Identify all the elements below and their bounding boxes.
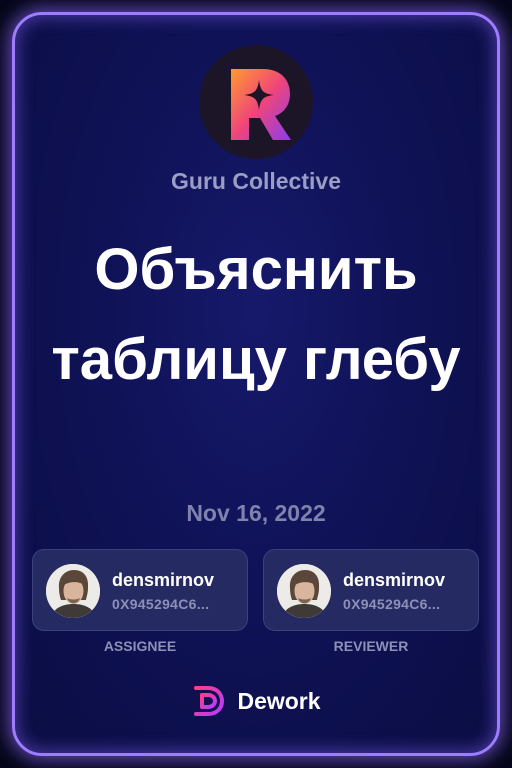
assignee-role-label: ASSIGNEE xyxy=(103,638,177,654)
reviewer-avatar xyxy=(277,564,331,618)
dework-brand[interactable]: Dework xyxy=(0,684,512,718)
task-date: Nov 16, 2022 xyxy=(186,500,326,526)
dework-d-logo-icon xyxy=(194,686,225,716)
page: Guru Collective Объяснить таблицу глебу … xyxy=(0,0,512,768)
reviewer-role-label: REVIEWER xyxy=(333,638,409,654)
dework-brand-name: Dework xyxy=(237,687,321,714)
reviewer-card[interactable]: densmirnov 0X945294C6... xyxy=(263,549,479,631)
reviewer-address: 0X945294C6... xyxy=(343,596,441,612)
reviewer-username: densmirnov xyxy=(343,570,446,590)
assignee-username: densmirnov xyxy=(112,570,215,590)
assignee-avatar xyxy=(46,564,100,618)
user-photo-avatar-icon xyxy=(277,564,331,618)
assignee-address: 0X945294C6... xyxy=(112,596,210,612)
r-star-logo-icon xyxy=(231,69,291,140)
task-title: Объяснить таблицу глебу xyxy=(51,237,461,392)
organization-logo xyxy=(199,45,313,159)
assignee-card[interactable]: densmirnov 0X945294C6... xyxy=(32,549,248,631)
user-photo-avatar-icon xyxy=(46,564,100,618)
organization-name: Guru Collective xyxy=(171,168,341,194)
